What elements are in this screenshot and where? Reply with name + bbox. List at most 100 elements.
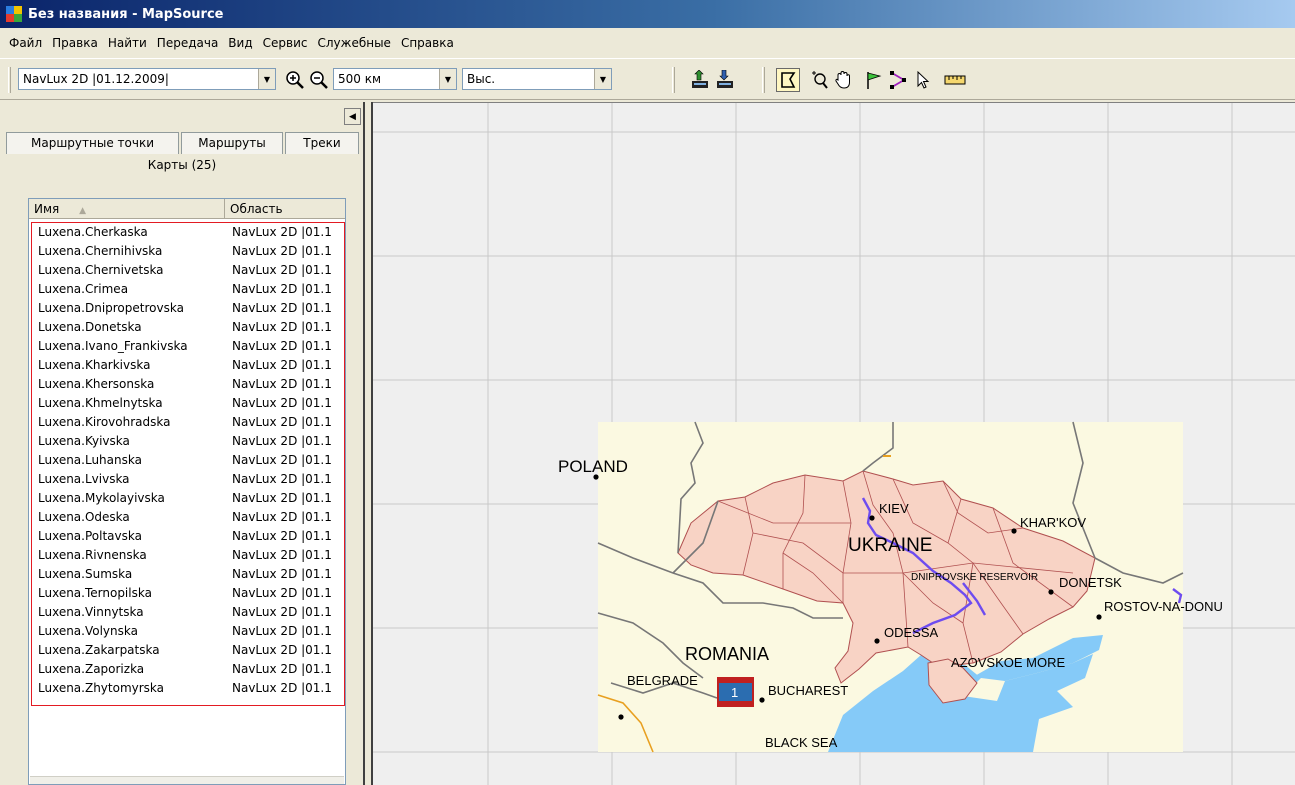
- map-view[interactable]: 1 POLAND KIEV KHAR'KOV UKRAINE DNIPROVSK…: [373, 102, 1295, 785]
- pan-tool-button[interactable]: [831, 68, 855, 92]
- toolbar-grip[interactable]: [672, 67, 675, 93]
- tab-maps[interactable]: Карты (25): [6, 154, 358, 178]
- map-area: NavLux 2D |01.1: [232, 586, 332, 600]
- map-label-dniprovske: DNIPROVSKE RESERVOIR: [911, 572, 1039, 583]
- menu-service[interactable]: Сервис: [258, 33, 313, 53]
- menu-view[interactable]: Вид: [223, 33, 257, 53]
- tab-routes[interactable]: Маршруты: [181, 132, 283, 154]
- map-name: Luxena.Lvivska: [38, 472, 130, 486]
- map-name: Luxena.Kyivska: [38, 434, 130, 448]
- list-item[interactable]: Luxena.Rivnenska NavLux 2D |01.1: [32, 546, 344, 565]
- map-name: Luxena.Kirovohradska: [38, 415, 171, 429]
- list-rows: Luxena.Cherkaska NavLux 2D |01.1 Luxena.Ch…: [31, 222, 345, 706]
- map-area: NavLux 2D |01.1: [232, 529, 332, 543]
- list-item[interactable]: Luxena.Donetska NavLux 2D |01.1: [32, 318, 344, 337]
- list-item[interactable]: Luxena.Kirovohradska NavLux 2D |01.1: [32, 413, 344, 432]
- list-item[interactable]: Luxena.Odeska NavLux 2D |01.1: [32, 508, 344, 527]
- measure-tool-button[interactable]: [943, 68, 967, 92]
- map-area: NavLux 2D |01.1: [232, 434, 332, 448]
- menu-utilities[interactable]: Служебные: [312, 33, 395, 53]
- list-item[interactable]: Luxena.Mykolayivska NavLux 2D |01.1: [32, 489, 344, 508]
- list-item[interactable]: Luxena.Lvivska NavLux 2D |01.1: [32, 470, 344, 489]
- map-area: NavLux 2D |01.1: [232, 643, 332, 657]
- map-name: Luxena.Sumska: [38, 567, 133, 581]
- list-item[interactable]: Luxena.Zaporizka NavLux 2D |01.1: [32, 660, 344, 679]
- detail-level-value: Выс.: [467, 72, 496, 86]
- city-dot: [1048, 589, 1054, 595]
- zoom-scale-combo[interactable]: 500 км ▼: [333, 68, 457, 90]
- map-name: Luxena.Dnipropetrovska: [38, 301, 184, 315]
- detail-level-combo[interactable]: Выс. ▼: [462, 68, 612, 90]
- route-tool-button[interactable]: [887, 68, 911, 92]
- list-item[interactable]: Luxena.Volynska NavLux 2D |01.1: [32, 622, 344, 641]
- list-item[interactable]: Luxena.Khersonska NavLux 2D |01.1: [32, 375, 344, 394]
- toolbar: NavLux 2D |01.12.2009| ▼ 500 км ▼ Выс. ▼: [0, 58, 1295, 100]
- map-name: Luxena.Cherkaska: [38, 225, 148, 239]
- menu-edit[interactable]: Правка: [47, 33, 103, 53]
- list-item[interactable]: Luxena.Cherkaska NavLux 2D |01.1: [32, 223, 344, 242]
- list-item[interactable]: Luxena.Crimea NavLux 2D |01.1: [32, 280, 344, 299]
- chevron-down-icon[interactable]: ▼: [594, 69, 611, 89]
- zoom-tool-button[interactable]: [807, 68, 831, 92]
- waypoint-tool-button[interactable]: [862, 68, 886, 92]
- menu-help[interactable]: Справка: [396, 33, 459, 53]
- map-select-tool-button[interactable]: [776, 68, 800, 92]
- map-area: NavLux 2D |01.1: [232, 548, 332, 562]
- list-item[interactable]: Luxena.Sumska NavLux 2D |01.1: [32, 565, 344, 584]
- column-name-label: Имя: [34, 202, 60, 216]
- list-item[interactable]: Luxena.Chernihivska NavLux 2D |01.1: [32, 242, 344, 261]
- chevron-down-icon[interactable]: ▼: [439, 69, 456, 89]
- horizontal-scrollbar[interactable]: [30, 776, 344, 784]
- map-marker-icon[interactable]: 1: [717, 677, 754, 707]
- map-name: Luxena.Luhanska: [38, 453, 142, 467]
- list-item[interactable]: Luxena.Zakarpatska NavLux 2D |01.1: [32, 641, 344, 660]
- list-item[interactable]: Luxena.Dnipropetrovska NavLux 2D |01.1: [32, 299, 344, 318]
- list-item[interactable]: Luxena.Luhanska NavLux 2D |01.1: [32, 451, 344, 470]
- map-area: NavLux 2D |01.1: [232, 282, 332, 296]
- chevron-down-icon[interactable]: ▼: [258, 69, 275, 89]
- toolbar-grip[interactable]: [762, 67, 765, 93]
- map-area: NavLux 2D |01.1: [232, 662, 332, 676]
- map-name: Luxena.Ternopilska: [38, 586, 152, 600]
- city-dot: [759, 697, 765, 703]
- menu-transfer[interactable]: Передача: [152, 33, 224, 53]
- list-item[interactable]: Luxena.Ternopilska NavLux 2D |01.1: [32, 584, 344, 603]
- route-tool-icon: [890, 71, 906, 89]
- map-label-odessa: ODESSA: [884, 625, 939, 640]
- list-item[interactable]: Luxena.Khmelnytska NavLux 2D |01.1: [32, 394, 344, 413]
- tab-tracks[interactable]: Треки: [285, 132, 359, 154]
- zoom-in-button[interactable]: [283, 68, 307, 92]
- waypoint-flag-icon: [867, 72, 882, 89]
- list-item[interactable]: Luxena.Kyivska NavLux 2D |01.1: [32, 432, 344, 451]
- map-area: NavLux 2D |01.1: [232, 605, 332, 619]
- column-area[interactable]: Область: [225, 199, 345, 219]
- menu-file[interactable]: Файл: [4, 33, 47, 53]
- tab-waypoints[interactable]: Маршрутные точки: [6, 132, 179, 154]
- map-area: NavLux 2D |01.1: [232, 510, 332, 524]
- panel-splitter[interactable]: [363, 102, 373, 785]
- toolbar-grip[interactable]: [8, 67, 11, 93]
- zoom-out-icon: [310, 71, 328, 89]
- panel-tabs: Маршрутные точки Маршруты Треки: [4, 130, 363, 156]
- map-area: NavLux 2D |01.1: [232, 339, 332, 353]
- column-name[interactable]: Имя ▲: [29, 199, 225, 219]
- map-name: Luxena.Volynska: [38, 624, 138, 638]
- data-panel: ◀ Маршрутные точки Маршруты Треки Карты …: [4, 102, 363, 785]
- zoom-in-icon: [286, 71, 304, 89]
- list-item[interactable]: Luxena.Vinnytska NavLux 2D |01.1: [32, 603, 344, 622]
- pointer-tool-button[interactable]: [911, 68, 935, 92]
- send-to-device-button[interactable]: [713, 68, 737, 92]
- list-item[interactable]: Luxena.Zhytomyrska NavLux 2D |01.1: [32, 679, 344, 698]
- map-label-kiev: KIEV: [879, 501, 909, 516]
- map-product-combo[interactable]: NavLux 2D |01.12.2009| ▼: [18, 68, 276, 90]
- map-name: Luxena.Zhytomyrska: [38, 681, 165, 695]
- map-area: NavLux 2D |01.1: [232, 263, 332, 277]
- zoom-out-button[interactable]: [307, 68, 331, 92]
- menu-find[interactable]: Найти: [103, 33, 152, 53]
- list-item[interactable]: Luxena.Chernivetska NavLux 2D |01.1: [32, 261, 344, 280]
- list-item[interactable]: Luxena.Poltavska NavLux 2D |01.1: [32, 527, 344, 546]
- collapse-panel-button[interactable]: ◀: [344, 108, 361, 125]
- list-item[interactable]: Luxena.Kharkivska NavLux 2D |01.1: [32, 356, 344, 375]
- receive-from-device-button[interactable]: [688, 68, 712, 92]
- list-item[interactable]: Luxena.Ivano_Frankivska NavLux 2D |01.1: [32, 337, 344, 356]
